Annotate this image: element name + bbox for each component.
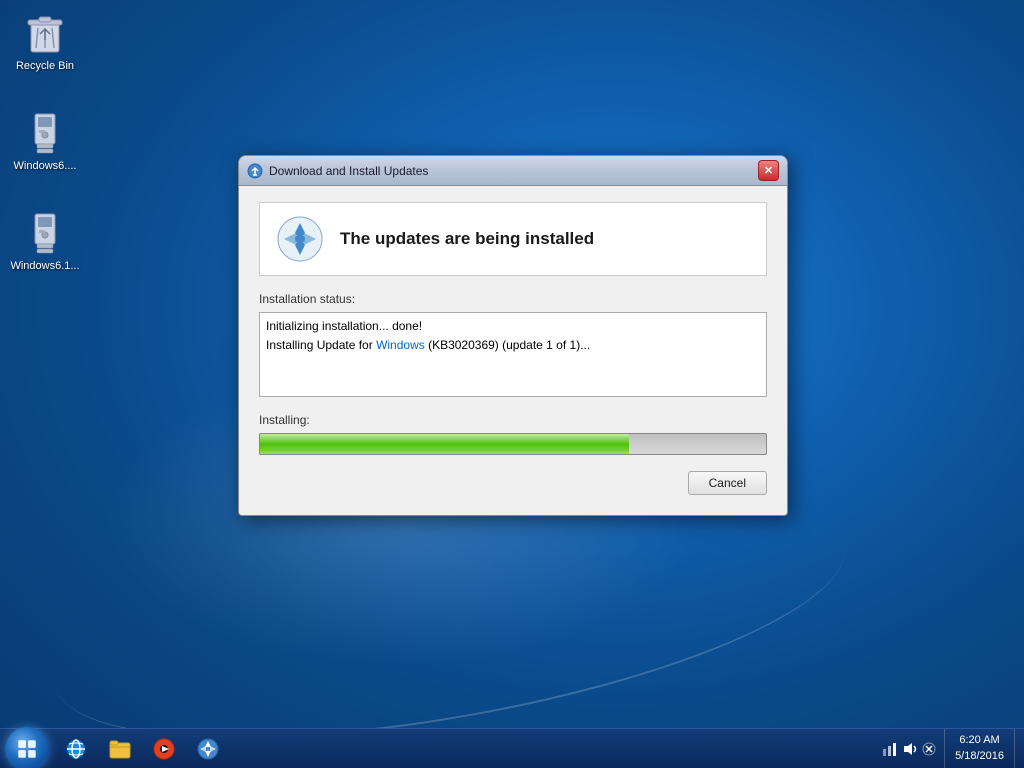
desktop: Recycle Bin Windows6....	[0, 0, 1024, 768]
system-tray: 6:20 AM 5/18/2016	[874, 729, 1024, 768]
clock-area[interactable]: 6:20 AM 5/18/2016	[945, 733, 1014, 764]
action-icon	[922, 742, 936, 756]
status-label: Installation status:	[259, 292, 767, 306]
taskbar: 6:20 AM 5/18/2016	[0, 728, 1024, 768]
taskbar-updates[interactable]	[188, 731, 228, 767]
status-line-1: Initializing installation... done!	[266, 317, 760, 336]
update-dialog: Download and Install Updates ✕	[238, 155, 788, 516]
clock-date: 5/18/2016	[955, 749, 1004, 764]
update-header-icon	[276, 215, 324, 263]
desktop-icon-windows61[interactable]: Windows6.1...	[5, 204, 85, 277]
dialog-title: Download and Install Updates	[269, 164, 758, 178]
dialog-header-title: The updates are being installed	[340, 229, 594, 249]
dialog-icon	[247, 163, 263, 179]
taskbar-media[interactable]	[144, 731, 184, 767]
dialog-footer: Cancel	[259, 471, 767, 495]
start-orb	[5, 727, 49, 768]
close-button[interactable]: ✕	[758, 160, 779, 181]
windows61-label: Windows6.1...	[10, 260, 79, 273]
cancel-button[interactable]: Cancel	[688, 471, 767, 495]
dialog-titlebar: Download and Install Updates ✕	[239, 156, 787, 186]
windows61-icon	[21, 208, 69, 256]
recycle-bin-label: Recycle Bin	[16, 60, 74, 73]
taskbar-ie[interactable]	[56, 731, 96, 767]
dialog-body: The updates are being installed Installa…	[239, 186, 787, 515]
windows6-label: Windows6....	[14, 160, 77, 173]
desktop-icon-windows6[interactable]: Windows6....	[5, 104, 85, 177]
status-line-2: Installing Update for Windows (KB3020369…	[266, 336, 760, 355]
clock-time: 6:20 AM	[959, 733, 999, 748]
installing-label: Installing:	[259, 413, 767, 427]
tray-icons	[874, 729, 945, 768]
status-box[interactable]: Initializing installation... done! Insta…	[259, 312, 767, 397]
volume-icon	[902, 741, 918, 757]
start-button[interactable]	[0, 729, 54, 768]
desktop-icon-recycle-bin[interactable]: Recycle Bin	[5, 4, 85, 77]
progress-container	[259, 433, 767, 455]
status-link: Windows	[376, 338, 425, 352]
titlebar-controls: ✕	[758, 160, 779, 181]
dialog-header: The updates are being installed	[259, 202, 767, 276]
windows6-icon	[21, 108, 69, 156]
recycle-bin-icon	[21, 8, 69, 56]
show-desktop-button[interactable]	[1014, 729, 1020, 768]
progress-bar	[260, 434, 629, 454]
network-icon	[882, 741, 898, 757]
taskbar-explorer[interactable]	[100, 731, 140, 767]
